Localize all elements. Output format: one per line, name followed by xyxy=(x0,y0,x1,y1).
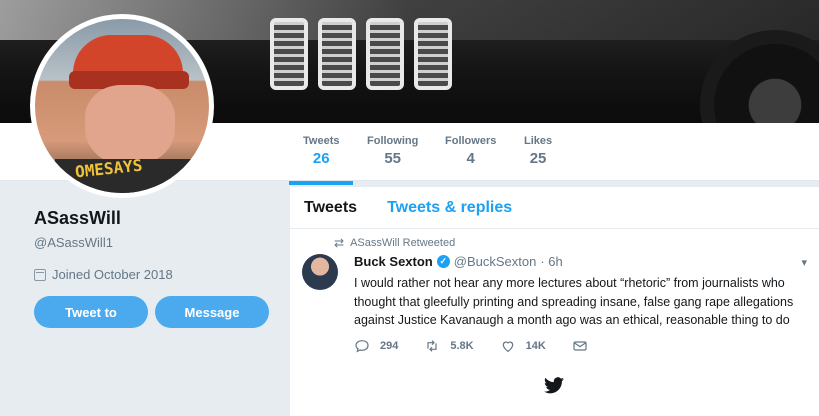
direct-message-action[interactable] xyxy=(572,338,588,354)
stat-label: Following xyxy=(367,135,419,147)
like-icon xyxy=(502,341,513,353)
like-action[interactable]: 14K xyxy=(500,338,546,354)
message-button[interactable]: Message xyxy=(155,296,269,328)
avatar-image: OMESAYS xyxy=(35,19,209,193)
tweet-author-avatar[interactable] xyxy=(302,254,338,290)
profile-name[interactable]: ASassWill xyxy=(34,208,274,229)
profile-joined: Joined October 2018 xyxy=(34,267,274,282)
like-count: 14K xyxy=(525,340,546,352)
tab-tweets-replies[interactable]: Tweets & replies xyxy=(387,199,512,217)
timeline: Tweets Tweets & replies ⇄ ASassWill Retw… xyxy=(290,187,819,416)
calendar-icon xyxy=(34,268,46,281)
twitter-bird-icon xyxy=(544,377,564,394)
reply-icon xyxy=(355,340,369,353)
retweet-icon: ⇄ xyxy=(334,236,345,250)
stat-value: 25 xyxy=(529,150,547,167)
profile-avatar[interactable]: OMESAYS xyxy=(30,14,214,198)
stat-value: 26 xyxy=(312,150,330,167)
retweet-icon xyxy=(427,340,437,352)
reply-action[interactable]: 294 xyxy=(354,338,398,354)
reply-count: 294 xyxy=(380,340,399,352)
tweet-actions: 294 5.8K 14K xyxy=(354,338,614,354)
banner-grille xyxy=(270,18,308,90)
stat-label: Tweets xyxy=(303,135,340,147)
banner-grille xyxy=(366,18,404,90)
joined-text: Joined October 2018 xyxy=(52,267,173,282)
banner-grille xyxy=(318,18,356,90)
avatar-face xyxy=(85,85,175,165)
profile-card: ASassWill @ASassWill1 Joined October 201… xyxy=(34,208,274,282)
tweet-to-button[interactable]: Tweet to xyxy=(34,296,148,328)
tweet-header: Buck Sexton ✓ @BuckSexton · 6h xyxy=(354,254,563,269)
stat-likes[interactable]: Likes 25 xyxy=(524,135,552,167)
tweet-time[interactable]: · 6h xyxy=(540,254,562,269)
tweet-author-handle[interactable]: @BuckSexton xyxy=(454,254,537,269)
stat-label: Followers xyxy=(445,135,497,147)
retweet-context-text[interactable]: ASassWill Retweeted xyxy=(350,237,455,249)
tweet-author-name[interactable]: Buck Sexton xyxy=(354,254,433,269)
banner-grille xyxy=(414,18,452,90)
stat-label: Likes xyxy=(524,135,553,147)
profile-actions: Tweet to Message xyxy=(34,296,269,328)
banner-wheel xyxy=(700,30,819,123)
message-icon xyxy=(573,341,587,351)
timeline-tabs: Tweets Tweets & replies xyxy=(290,187,819,229)
stat-tweets[interactable]: Tweets 26 xyxy=(288,135,355,185)
stat-followers[interactable]: Followers 4 xyxy=(445,135,496,167)
tab-tweets[interactable]: Tweets xyxy=(304,199,357,217)
tweet-text: I would rather not hear any more lecture… xyxy=(354,276,794,327)
retweet-context: ⇄ ASassWill Retweeted xyxy=(334,236,455,250)
retweet-action[interactable]: 5.8K xyxy=(424,338,474,354)
stat-value: 4 xyxy=(466,150,475,167)
retweet-count: 5.8K xyxy=(450,340,474,352)
stat-value: 55 xyxy=(384,150,401,167)
caret-down-icon[interactable]: ▾ xyxy=(801,256,807,269)
stat-following[interactable]: Following 55 xyxy=(367,135,418,167)
verified-icon: ✓ xyxy=(436,255,450,268)
profile-handle[interactable]: @ASassWill1 xyxy=(34,235,274,250)
